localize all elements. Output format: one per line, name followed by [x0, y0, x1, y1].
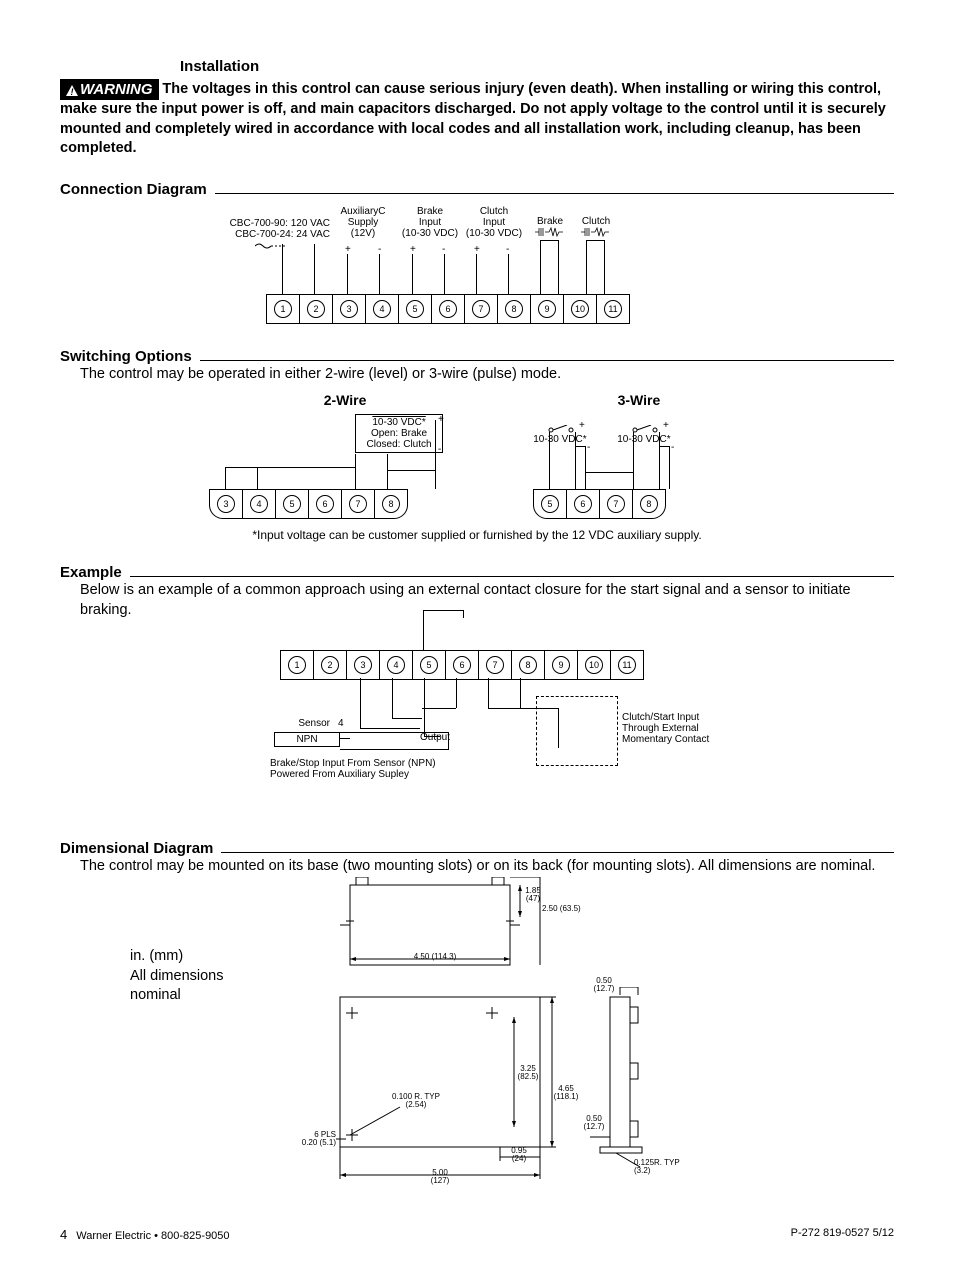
terminal: 1 [267, 295, 300, 323]
brake-note: Brake/Stop Input From Sensor (NPN) Power… [270, 758, 530, 780]
clutch-input-label: ClutchInput(10-30 VDC) [462, 206, 526, 239]
pm: - [438, 444, 441, 455]
npn-box: NPN [274, 732, 340, 747]
three-wire-title: 3-Wire [529, 392, 749, 408]
two-wire-terminals: 3 4 5 6 7 8 [209, 489, 408, 519]
three-wire-label: 10-30 VDC* [613, 434, 675, 445]
rule-line [130, 576, 894, 577]
switching-intro: The control may be operated in either 2-… [80, 365, 894, 385]
footer-left: Warner Electric • 800-825-9050 [76, 1230, 229, 1242]
page-number: 4 [60, 1227, 67, 1242]
rule-line [221, 852, 894, 853]
page-footer: 4 Warner Electric • 800-825-9050 P-272 8… [60, 1227, 894, 1242]
sensor-label: Sensor [280, 718, 330, 729]
three-wire-label: 10-30 VDC* [529, 434, 591, 445]
svg-text:!: ! [71, 87, 74, 96]
aux-label: AuxiliaryCSupply(12V) [338, 206, 388, 239]
switching-diagrams: 2-Wire 10-30 VDC* Open: Brake Closed: Cl… [60, 392, 894, 542]
terminal: 2 [300, 295, 333, 323]
brake-out-label: Brake [530, 216, 570, 240]
terminal: 4 [366, 295, 399, 323]
clutch-note: Clutch/Start Input Through External Mome… [622, 712, 762, 745]
terminal: 9 [531, 295, 564, 323]
connection-terminals: 1 2 3 4 5 6 7 8 9 10 11 [266, 294, 630, 324]
terminal: 5 [399, 295, 432, 323]
two-wire-box: 10-30 VDC* Open: Brake Closed: Clutch [355, 414, 443, 453]
rule-line [200, 360, 894, 361]
terminal: 3 [333, 295, 366, 323]
terminal: 7 [465, 295, 498, 323]
output-label: Output [410, 732, 460, 743]
brake-input-label: BrakeInput(10-30 VDC) [400, 206, 460, 239]
sensor-4: 4 [338, 718, 344, 729]
connection-diagram: CBC-700-90: 120 VACCBC-700-24: 24 VAC Au… [230, 206, 730, 326]
terminal: 10 [564, 295, 597, 323]
two-wire-title: 2-Wire [205, 392, 485, 408]
terminal: 6 [432, 295, 465, 323]
warning-badge: ! WARNING [60, 79, 159, 100]
example-terminals: 1 2 3 4 5 6 7 8 9 10 11 [280, 650, 644, 680]
pm: + [663, 420, 669, 431]
terminal: 8 [498, 295, 531, 323]
warning-label-text: WARNING [80, 81, 153, 98]
model-label: CBC-700-90: 120 VACCBC-700-24: 24 VAC [210, 218, 330, 253]
example-heading: Example [60, 564, 122, 581]
clutch-out-label: Clutch [576, 216, 616, 240]
front-side-view: 3.25(82.5) 4.65(118.1) 0.50(12.7) 0.50(1… [300, 987, 700, 1190]
rule-line [215, 193, 894, 194]
pm: + [438, 414, 444, 425]
three-wire-terminals: 5 6 7 8 [533, 489, 666, 519]
footer-right: P-272 819-0527 5/12 [791, 1227, 894, 1242]
pm: + [579, 420, 585, 431]
warning-paragraph: ! WARNING The voltages in this control ca… [60, 79, 894, 159]
example-diagram: 1 2 3 4 5 6 7 8 9 10 11 Sensor 4 NPN Out… [260, 628, 820, 818]
top-view: 1.85(47) 2.50 (63.5) 4.50 (114.3) [340, 877, 600, 980]
connection-heading: Connection Diagram [60, 181, 207, 198]
example-intro: Below is an example of a common approach… [80, 581, 894, 620]
warning-body: The voltages in this control can cause s… [60, 81, 886, 156]
dimensional-intro: The control may be mounted on its base (… [80, 857, 894, 877]
pm: - [587, 442, 590, 453]
pm: - [671, 442, 674, 453]
terminal: 11 [597, 295, 629, 323]
dashed-box [536, 696, 618, 766]
units-note: in. (mm) All dimensions nominal [130, 947, 224, 1006]
switching-footnote: *Input voltage can be customer supplied … [60, 528, 894, 542]
dimensional-diagram-area: in. (mm) All dimensions nominal 1.8 [60, 877, 894, 1197]
installation-heading: Installation [180, 58, 894, 75]
switching-heading: Switching Options [60, 348, 192, 365]
dimensional-heading: Dimensional Diagram [60, 840, 213, 857]
